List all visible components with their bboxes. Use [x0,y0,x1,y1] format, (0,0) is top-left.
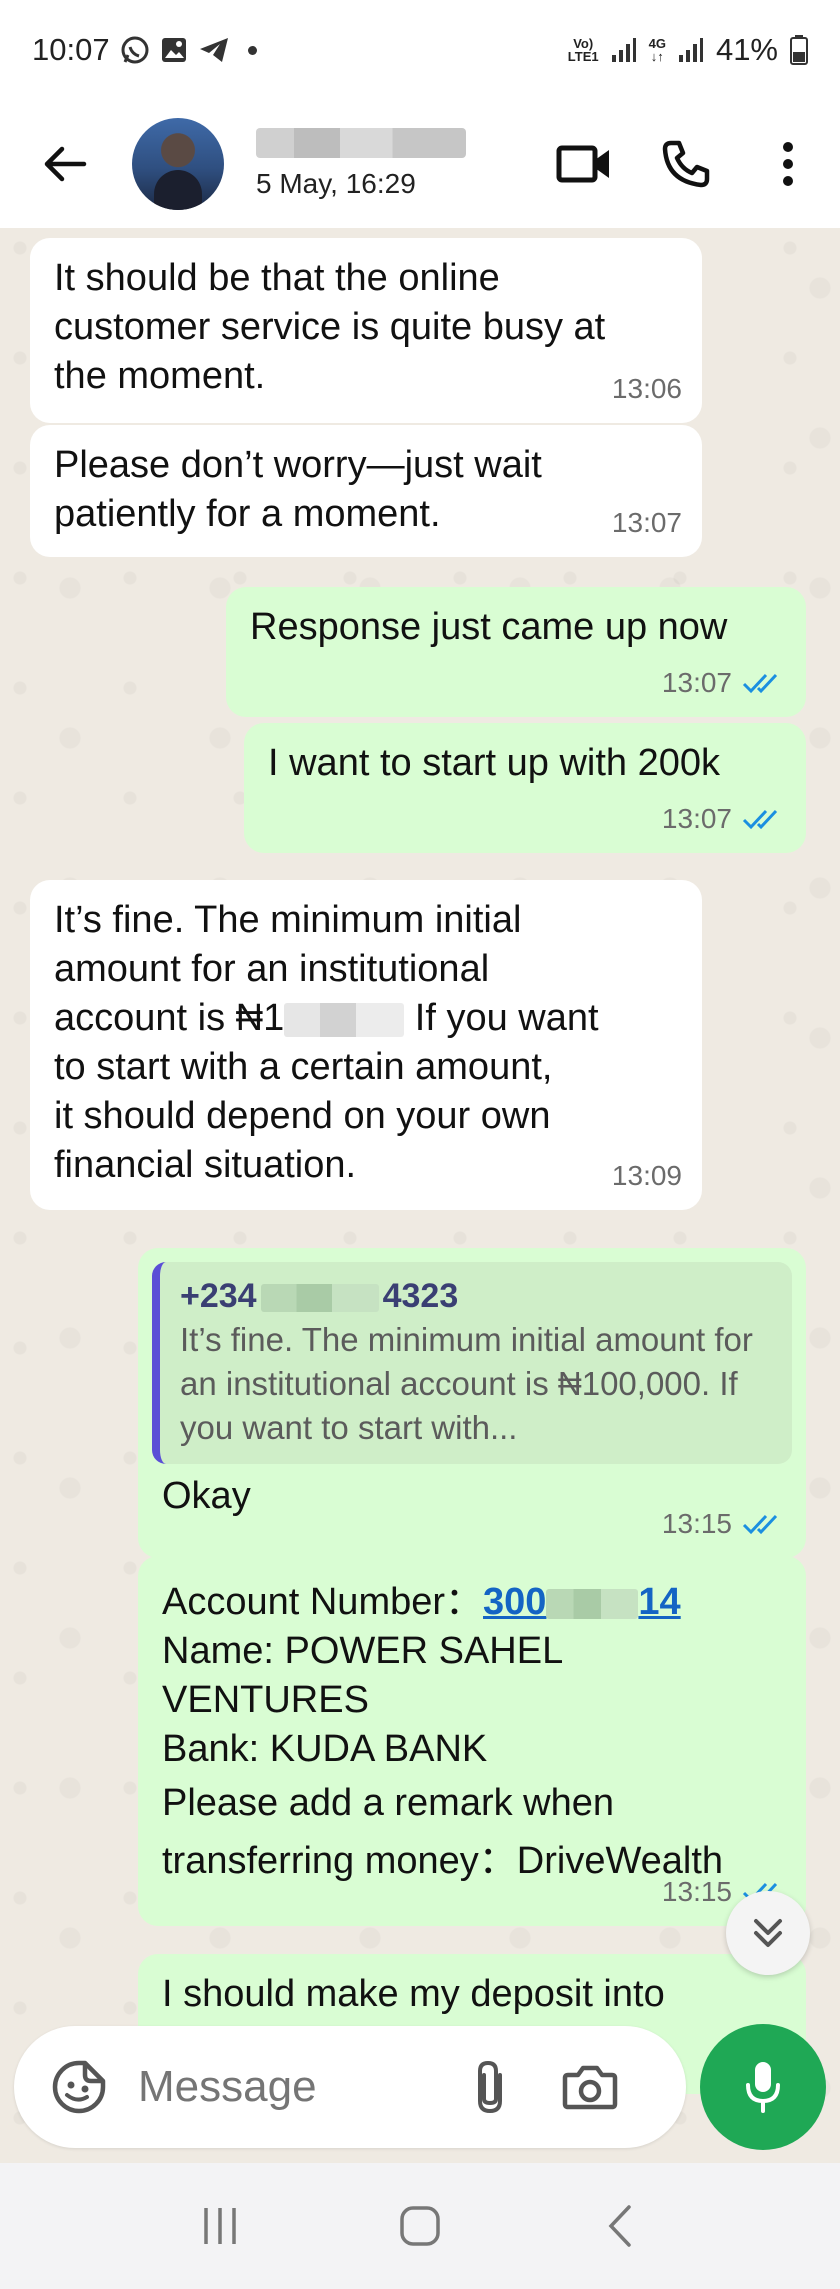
message-outgoing[interactable]: I want to start up with 200k 13:07 [244,723,806,853]
voice-call-button[interactable] [654,132,718,196]
message-text: Please don’t worry—just wait patiently f… [54,444,542,535]
message-time: 13:15 [661,1876,732,1907]
message-outgoing[interactable]: Response just came up now 13:07 [226,587,806,717]
redacted-amount [284,1002,405,1037]
video-call-button[interactable] [552,132,616,196]
paperclip-icon [478,2060,502,2114]
message-incoming[interactable]: It’s fine. The minimum initial amount fo… [30,880,702,1210]
video-call-icon [556,145,609,183]
home-button[interactable] [380,2186,460,2266]
back-button[interactable] [28,128,100,200]
message-meta: 13:06 [612,364,682,413]
telegram-icon [198,36,230,64]
message-outgoing-account-info[interactable]: Account Number：300 14 Name: POWER SAHEL V… [138,1556,806,1926]
message-incoming[interactable]: It should be that the online customer se… [30,238,702,423]
contact-name-redacted [256,128,466,158]
read-ticks-icon [742,1514,778,1534]
recent-apps-icon [204,2208,236,2244]
more-vert-icon [783,142,793,186]
message-incoming[interactable]: Please don’t worry—just wait patiently f… [30,425,702,557]
status-left: 10:07 [32,32,257,68]
recent-apps-button[interactable] [180,2186,260,2266]
message-time: 13:06 [611,373,682,404]
dot-icon [247,45,257,55]
attach-button[interactable] [460,2057,520,2117]
message-meta: 13:07 [662,794,786,843]
message-text: Response just came up now [250,606,728,648]
status-right: Vo) LTE1 4G ↓↑ 41% [568,32,808,68]
home-icon [400,2206,440,2246]
account-number-line: Account Number：300 14 [162,1578,782,1627]
sticker-button[interactable] [46,2054,112,2120]
bank-line: Bank: KUDA BANK [162,1728,488,1770]
message-meta: 13:09 [612,1151,682,1200]
camera-icon [562,2065,618,2110]
battery-icon [790,35,808,65]
phone-icon [662,140,710,188]
avatar[interactable] [132,118,224,210]
message-text: It’s fine. The minimum initial amount fo… [54,896,678,1190]
last-seen: 5 May, 16:29 [256,168,416,199]
quote-author: +234 4323 [180,1277,459,1315]
message-input-bar [14,2026,686,2148]
back-arrow-icon [44,146,87,182]
chat-area[interactable]: It should be that the online customer se… [0,228,840,2163]
signal-icon [611,37,637,63]
message-meta: 13:07 [612,498,682,547]
message-meta: 13:07 [662,658,786,707]
status-bar: 10:07 Vo) LTE1 4G ↓↑ 41% [0,0,840,100]
back-nav-button[interactable] [580,2186,660,2266]
message-meta: 13:15 [662,1499,786,1548]
double-chevron-down-icon [754,1919,782,1947]
message-input[interactable] [138,2062,438,2112]
read-ticks-icon [742,673,778,693]
quoted-message[interactable]: +234 4323 It’s fine. The minimum initial … [152,1262,792,1464]
message-outgoing-reply[interactable]: +234 4323 It’s fine. The minimum initial … [138,1248,806,1558]
message-time: 13:07 [661,667,732,698]
network-4g-label: 4G ↓↑ [648,36,666,64]
battery-percent: 41% [715,32,778,67]
gallery-icon [160,36,188,64]
redacted-account [546,1588,639,1619]
system-navigation-bar [0,2163,840,2289]
message-text: I should make my deposit into [162,1973,665,2015]
chat-header: 5 May, 16:29 [0,100,840,228]
volte-label: Vo) LTE1 [567,36,599,64]
message-text: It should be that the online customer se… [54,257,606,397]
status-time: 10:07 [32,32,110,67]
signal-icon-2 [678,37,704,63]
redacted-phone [260,1284,379,1313]
sticker-icon [52,2060,106,2114]
microphone-icon [746,2062,780,2113]
message-time: 13:07 [661,803,732,834]
message-time: 13:15 [661,1508,732,1539]
scroll-to-bottom-button[interactable] [726,1891,810,1975]
header-actions [552,132,820,196]
message-text: I want to start up with 200k [268,742,721,784]
more-options-button[interactable] [756,132,820,196]
whatsapp-icon [120,35,150,65]
message-time: 13:09 [611,1160,682,1191]
quote-text: It’s fine. The minimum initial amount fo… [180,1321,753,1446]
voice-message-button[interactable] [700,2024,826,2150]
read-ticks-icon [742,809,778,829]
message-time: 13:07 [611,507,682,538]
account-number-label: Account Number： [162,1581,484,1623]
back-chevron-icon [608,2205,631,2247]
account-name-line: Name: POWER SAHEL VENTURES [162,1630,564,1721]
account-number-link[interactable]: 300 14 [483,1581,681,1623]
camera-button[interactable] [558,2055,622,2119]
contact-info[interactable]: 5 May, 16:29 [256,128,466,200]
